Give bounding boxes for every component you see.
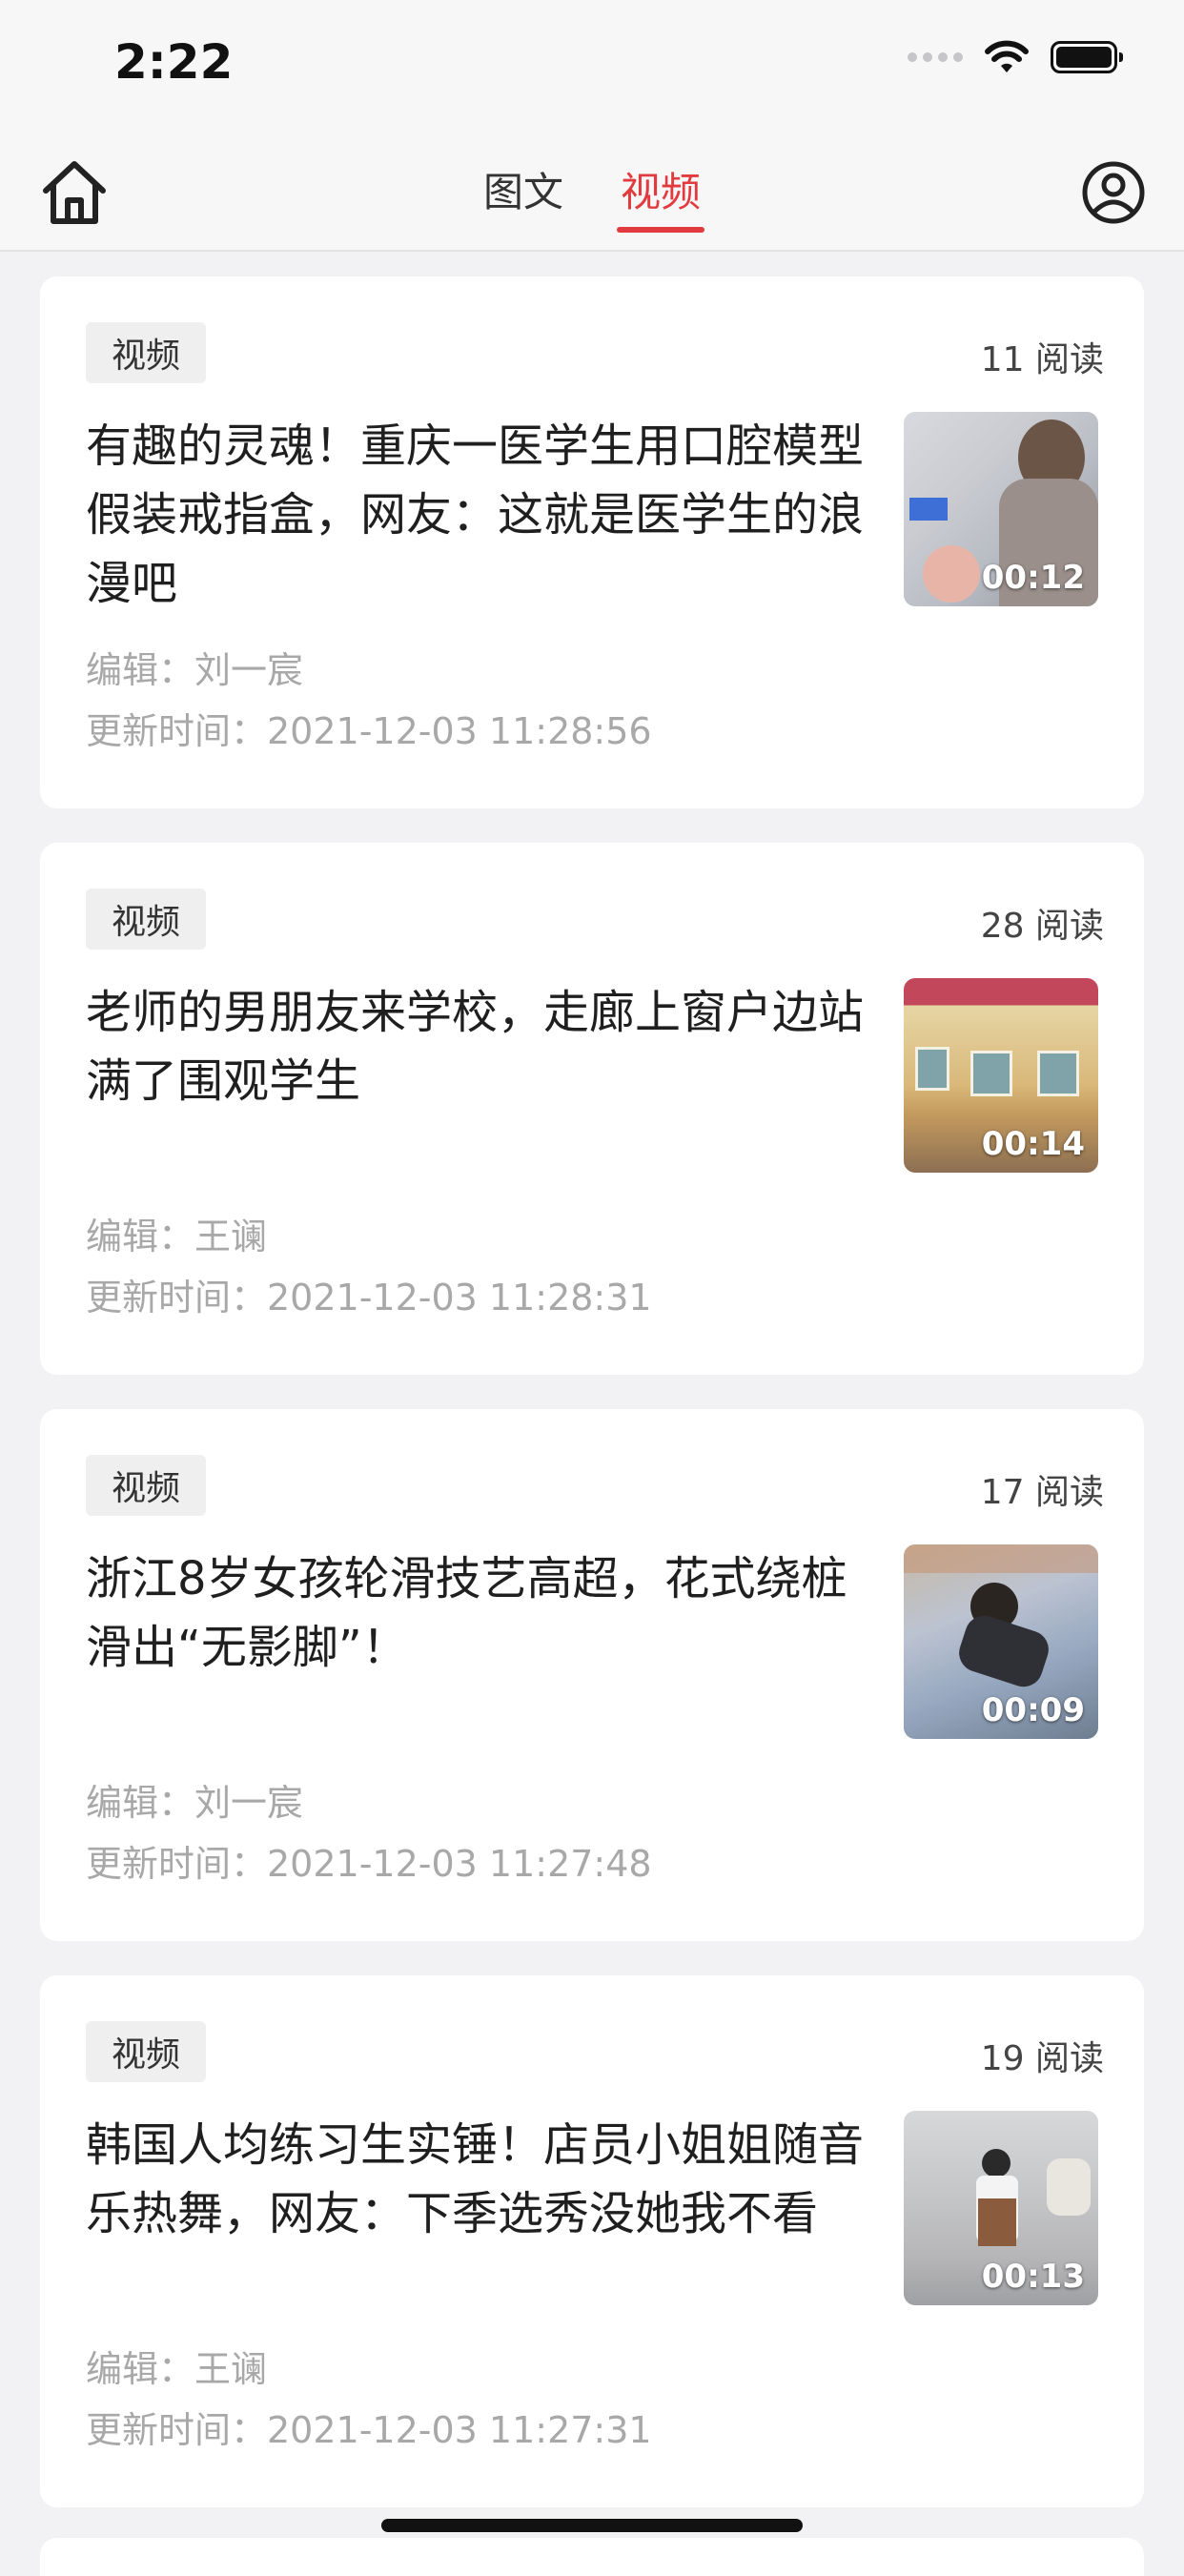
wifi-icon [985,40,1029,72]
article-card[interactable]: 视频 19 阅读 韩国人均练习生实锤！店员小姐姐随音乐热舞，网友：下季选秀没她我… [40,1975,1144,2507]
tab-video[interactable]: 视频 [617,133,705,252]
top-nav-bar: 图文 视频 [0,133,1184,252]
editor-line: 编辑：王谰 [86,2348,268,2390]
update-time: 更新时间：2021-12-03 11:27:31 [86,2409,652,2451]
read-count: 28 阅读 [980,907,1104,946]
profile-button[interactable] [1075,154,1152,231]
article-card[interactable]: 视频 11 阅读 有趣的灵魂！重庆一医学生用口腔模型假装戒指盒，网友：这就是医学… [40,276,1144,808]
read-count: 17 阅读 [980,1473,1104,1512]
update-time: 更新时间：2021-12-03 11:27:48 [86,1843,652,1885]
article-card[interactable]: 视频 17 阅读 浙江8岁女孩轮滑技艺高超，花式绕桩滑出“无影脚”！ 00:09… [40,1409,1144,1941]
article-title[interactable]: 老师的男朋友来学校，走廊上窗户边站满了围观学生 [86,978,877,1115]
category-tag: 视频 [86,889,206,950]
status-time: 2:22 [114,34,234,90]
category-tag: 视频 [86,322,206,383]
video-thumbnail[interactable]: 00:14 [904,978,1098,1173]
article-title[interactable]: 韩国人均练习生实锤！店员小姐姐随音乐热舞，网友：下季选秀没她我不看 [86,2111,877,2248]
video-duration: 00:13 [981,2258,1085,2296]
video-duration: 00:14 [981,1125,1085,1163]
read-count: 11 阅读 [980,340,1104,379]
home-indicator[interactable] [381,2519,803,2532]
editor-line: 编辑：刘一宸 [86,1782,304,1824]
editor-line: 编辑：王谰 [86,1216,268,1257]
article-card[interactable]: 视频 28 阅读 老师的男朋友来学校，走廊上窗户边站满了围观学生 00:14 编… [40,843,1144,1375]
article-feed: 视频 11 阅读 有趣的灵魂！重庆一医学生用口腔模型假装戒指盒，网友：这就是医学… [40,276,1144,2542]
video-thumbnail[interactable]: 00:12 [904,412,1098,606]
category-tag: 视频 [86,1455,206,1516]
article-title[interactable]: 有趣的灵魂！重庆一医学生用口腔模型假装戒指盒，网友：这就是医学生的浪漫吧 [86,412,877,618]
tab-graphic[interactable]: 图文 [480,133,567,252]
video-thumbnail[interactable]: 00:13 [904,2111,1098,2305]
user-icon [1082,161,1145,224]
editor-line: 编辑：刘一宸 [86,649,304,691]
status-bar: 2:22 [0,0,1184,133]
category-tag: 视频 [86,2021,206,2082]
status-icons [908,40,1123,74]
update-time: 更新时间：2021-12-03 11:28:31 [86,1277,652,1319]
tab-bar: 图文 视频 [0,133,1184,252]
video-thumbnail[interactable]: 00:09 [904,1544,1098,1739]
update-time: 更新时间：2021-12-03 11:28:56 [86,710,652,752]
read-count: 19 阅读 [980,2039,1104,2078]
article-title[interactable]: 浙江8岁女孩轮滑技艺高超，花式绕桩滑出“无影脚”！ [86,1544,877,1682]
next-article-card-edge [40,2538,1144,2576]
video-duration: 00:12 [981,559,1085,597]
signal-icon [908,52,963,62]
battery-icon [1051,41,1123,73]
video-duration: 00:09 [981,1691,1085,1729]
